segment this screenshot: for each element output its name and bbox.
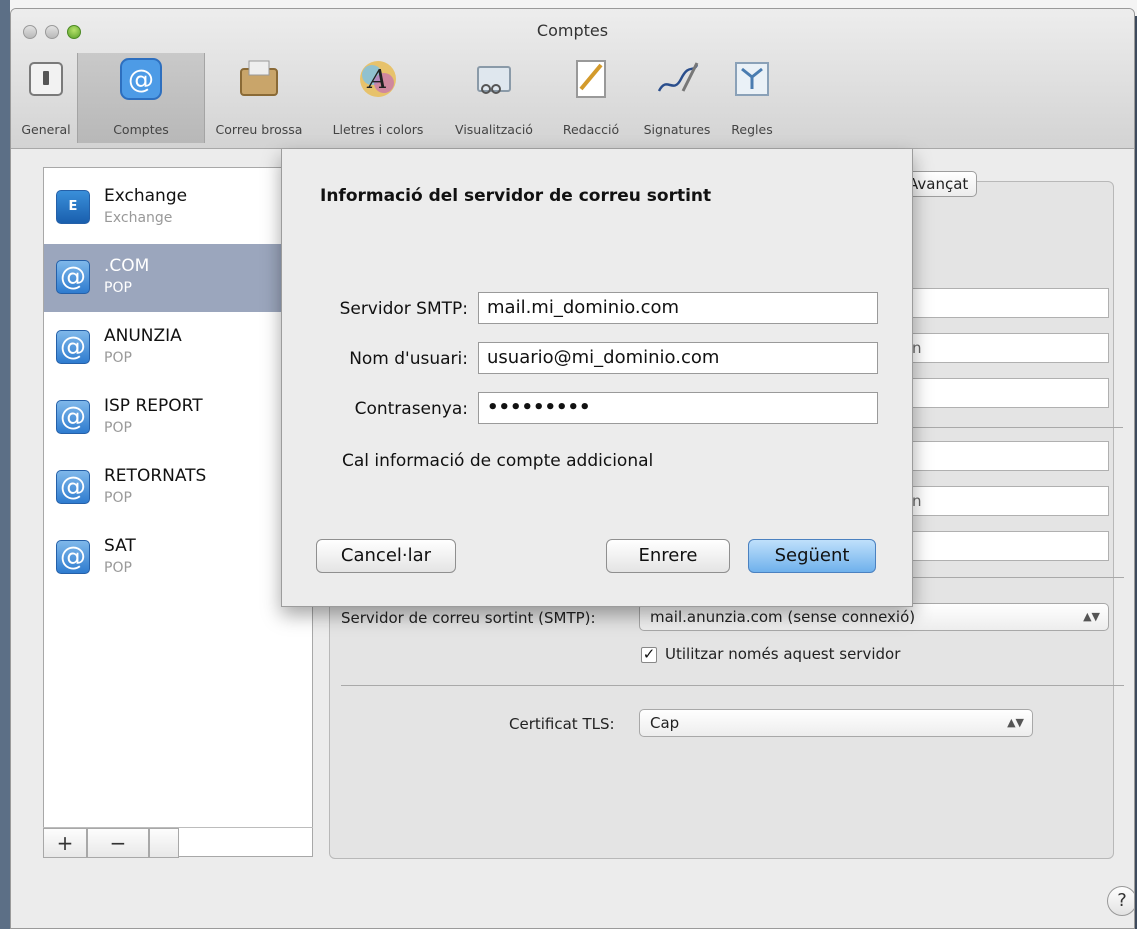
- incoming-password-field[interactable]: [903, 531, 1109, 561]
- account-type: POP: [104, 420, 132, 436]
- toolbar-accounts[interactable]: @ Comptes: [77, 53, 205, 143]
- toolbar-label: Redacció: [562, 122, 620, 137]
- account-type: POP: [104, 490, 132, 506]
- incoming-username-field[interactable]: n: [903, 486, 1109, 516]
- signature-icon: [657, 62, 699, 92]
- account-actions-button[interactable]: [149, 828, 179, 858]
- tls-certificate-label: Certificat TLS:: [509, 715, 615, 733]
- account-item-anunzia[interactable]: @ ANUNZIA POP: [44, 314, 312, 382]
- toolbar-label: Lletres i colors: [332, 122, 424, 137]
- svg-text:A: A: [367, 65, 388, 95]
- use-only-this-server-checkbox[interactable]: ✓: [641, 647, 657, 663]
- rules-icon: [735, 62, 769, 96]
- at-sign-icon: @: [56, 470, 90, 504]
- accounts-list-footer: + −: [43, 827, 313, 858]
- svg-text:@: @: [128, 65, 154, 95]
- window-title: Comptes: [536, 21, 609, 40]
- account-item-com[interactable]: @ .COM POP: [44, 244, 312, 312]
- preferences-window: Comptes General @ Comptes Correu brossa: [10, 8, 1135, 929]
- account-type: POP: [104, 560, 132, 576]
- divider: [341, 685, 1124, 686]
- account-name: ISP REPORT: [104, 396, 203, 416]
- account-name: SAT: [104, 536, 136, 556]
- at-sign-icon: @: [56, 330, 90, 364]
- outgoing-server-sheet: Informació del servidor de correu sortin…: [281, 149, 913, 607]
- sheet-title: Informació del servidor de correu sortin…: [320, 186, 712, 206]
- next-button[interactable]: Següent: [748, 539, 876, 573]
- account-name: Exchange: [104, 186, 188, 206]
- toolbar-label: General: [21, 122, 71, 137]
- password-input[interactable]: •••••••••: [478, 392, 878, 424]
- account-type: POP: [104, 350, 132, 366]
- toolbar-signatures[interactable]: Signatures: [633, 53, 721, 143]
- tls-certificate-select[interactable]: Cap ▲▼: [639, 709, 1033, 737]
- exchange-icon: E: [56, 190, 90, 224]
- add-account-button[interactable]: +: [43, 828, 87, 858]
- updown-arrows-icon: ▲▼: [1007, 716, 1024, 729]
- at-sign-icon: @: [120, 58, 162, 100]
- account-name: .COM: [104, 256, 150, 276]
- toolbar-viewing[interactable]: Visualització: [439, 53, 549, 143]
- account-name: ANUNZIA: [104, 326, 182, 346]
- divider: [903, 427, 1123, 428]
- account-type: POP: [104, 280, 132, 296]
- account-item-isp-report[interactable]: @ ISP REPORT POP: [44, 384, 312, 452]
- viewing-icon: [477, 66, 511, 94]
- toolbar-label: Signatures: [643, 122, 711, 137]
- use-only-this-server-label: Utilitzar només aquest servidor: [665, 645, 901, 663]
- smtp-server-value: mail.anunzia.com (sense connexió): [650, 608, 916, 626]
- additional-info-note: Cal informació de compte addicional: [342, 451, 654, 471]
- accounts-list: E Exchange Exchange @ .COM POP @ ANUNZIA…: [43, 167, 313, 857]
- at-sign-icon: @: [56, 260, 90, 294]
- cancel-button[interactable]: Cancel·lar: [316, 539, 456, 573]
- account-item-retornats[interactable]: @ RETORNATS POP: [44, 454, 312, 522]
- updown-arrows-icon: ▲▼: [1083, 610, 1100, 623]
- account-name: RETORNATS: [104, 466, 207, 486]
- toolbar-fonts-colors[interactable]: A Lletres i colors: [317, 53, 439, 143]
- smtp-server-input[interactable]: mail.mi_dominio.com: [478, 292, 878, 324]
- at-sign-icon: @: [56, 540, 90, 574]
- toolbar-composing[interactable]: Redacció: [549, 53, 633, 143]
- tls-certificate-value: Cap: [650, 714, 680, 732]
- full-name-field[interactable]: [903, 378, 1109, 408]
- account-item-sat[interactable]: @ SAT POP: [44, 524, 312, 592]
- password-label: Contrasenya:: [354, 399, 468, 419]
- incoming-server-field[interactable]: [903, 441, 1109, 471]
- back-button[interactable]: Enrere: [606, 539, 730, 573]
- email-field[interactable]: n: [903, 333, 1109, 363]
- toolbar-label: Regles: [731, 122, 773, 137]
- toolbar-general[interactable]: General: [15, 53, 77, 143]
- description-field[interactable]: [903, 288, 1109, 318]
- account-item-exchange[interactable]: E Exchange Exchange: [44, 174, 312, 242]
- username-input[interactable]: usuario@mi_dominio.com: [478, 342, 878, 374]
- junk-mail-icon: [240, 60, 278, 96]
- toolbar-label: Correu brossa: [215, 122, 303, 137]
- switch-icon: [29, 62, 63, 96]
- username-label: Nom d'usuari:: [349, 349, 468, 369]
- toolbar-label: Comptes: [113, 122, 169, 137]
- toolbar-junk-mail[interactable]: Correu brossa: [205, 53, 313, 143]
- smtp-server-label: Servidor de correu sortint (SMTP):: [341, 609, 596, 627]
- smtp-server-label: Servidor SMTP:: [339, 299, 468, 319]
- toolbar-rules[interactable]: Regles: [721, 53, 783, 143]
- smtp-server-select[interactable]: mail.anunzia.com (sense connexió) ▲▼: [639, 603, 1109, 631]
- toolbar-label: Visualització: [455, 122, 533, 137]
- help-button[interactable]: ?: [1107, 886, 1134, 916]
- account-type: Exchange: [104, 210, 173, 226]
- titlebar: Comptes General @ Comptes Correu brossa: [11, 9, 1134, 149]
- desktop-edge: [0, 0, 10, 929]
- composing-icon: [576, 60, 606, 98]
- remove-account-button[interactable]: −: [87, 828, 149, 858]
- font-color-icon: A: [360, 61, 396, 97]
- at-sign-icon: @: [56, 400, 90, 434]
